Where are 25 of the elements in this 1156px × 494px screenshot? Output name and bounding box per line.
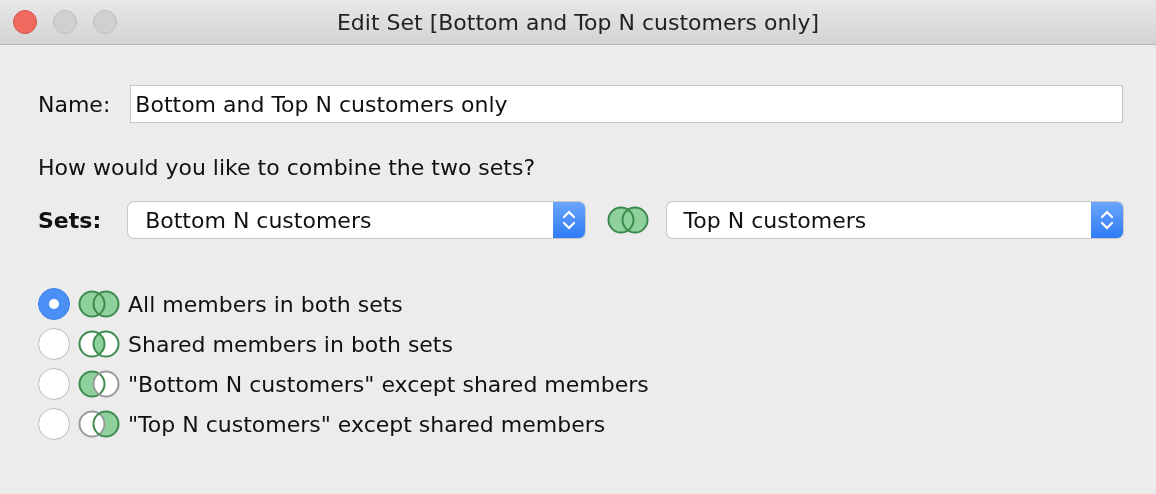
stepper-icon xyxy=(561,208,576,232)
zoom-button[interactable] xyxy=(93,10,117,34)
radio-button[interactable] xyxy=(38,368,70,400)
option-label: All members in both sets xyxy=(128,291,403,317)
minimize-button[interactable] xyxy=(53,10,77,34)
option-label: "Bottom N customers" except shared members xyxy=(128,371,649,397)
name-field[interactable]: Bottom and Top N customers only xyxy=(130,85,1123,123)
window-title: Edit Set [Bottom and Top N customers only] xyxy=(336,9,820,35)
name-label: Name: xyxy=(38,91,111,117)
question-text: How would you like to combine the two sets? xyxy=(38,155,537,180)
close-button[interactable] xyxy=(13,10,37,34)
radio-button[interactable] xyxy=(38,288,70,320)
set-dropdown[interactable]: Bottom N customers xyxy=(128,202,585,238)
venn-icon xyxy=(78,410,120,438)
venn-icon xyxy=(78,290,120,318)
option-label: Shared members in both sets xyxy=(128,331,453,357)
venn-icon xyxy=(78,330,120,358)
radio-button[interactable] xyxy=(38,408,70,440)
venn-icon xyxy=(606,206,649,234)
set-dropdown[interactable]: Top N customers xyxy=(666,202,1123,238)
venn-icon xyxy=(78,370,120,398)
sets-label: Sets: xyxy=(38,207,102,233)
stepper-icon xyxy=(1100,208,1114,232)
option-label: "Top N customers" except shared members xyxy=(128,411,606,437)
radio-button[interactable] xyxy=(38,328,70,360)
